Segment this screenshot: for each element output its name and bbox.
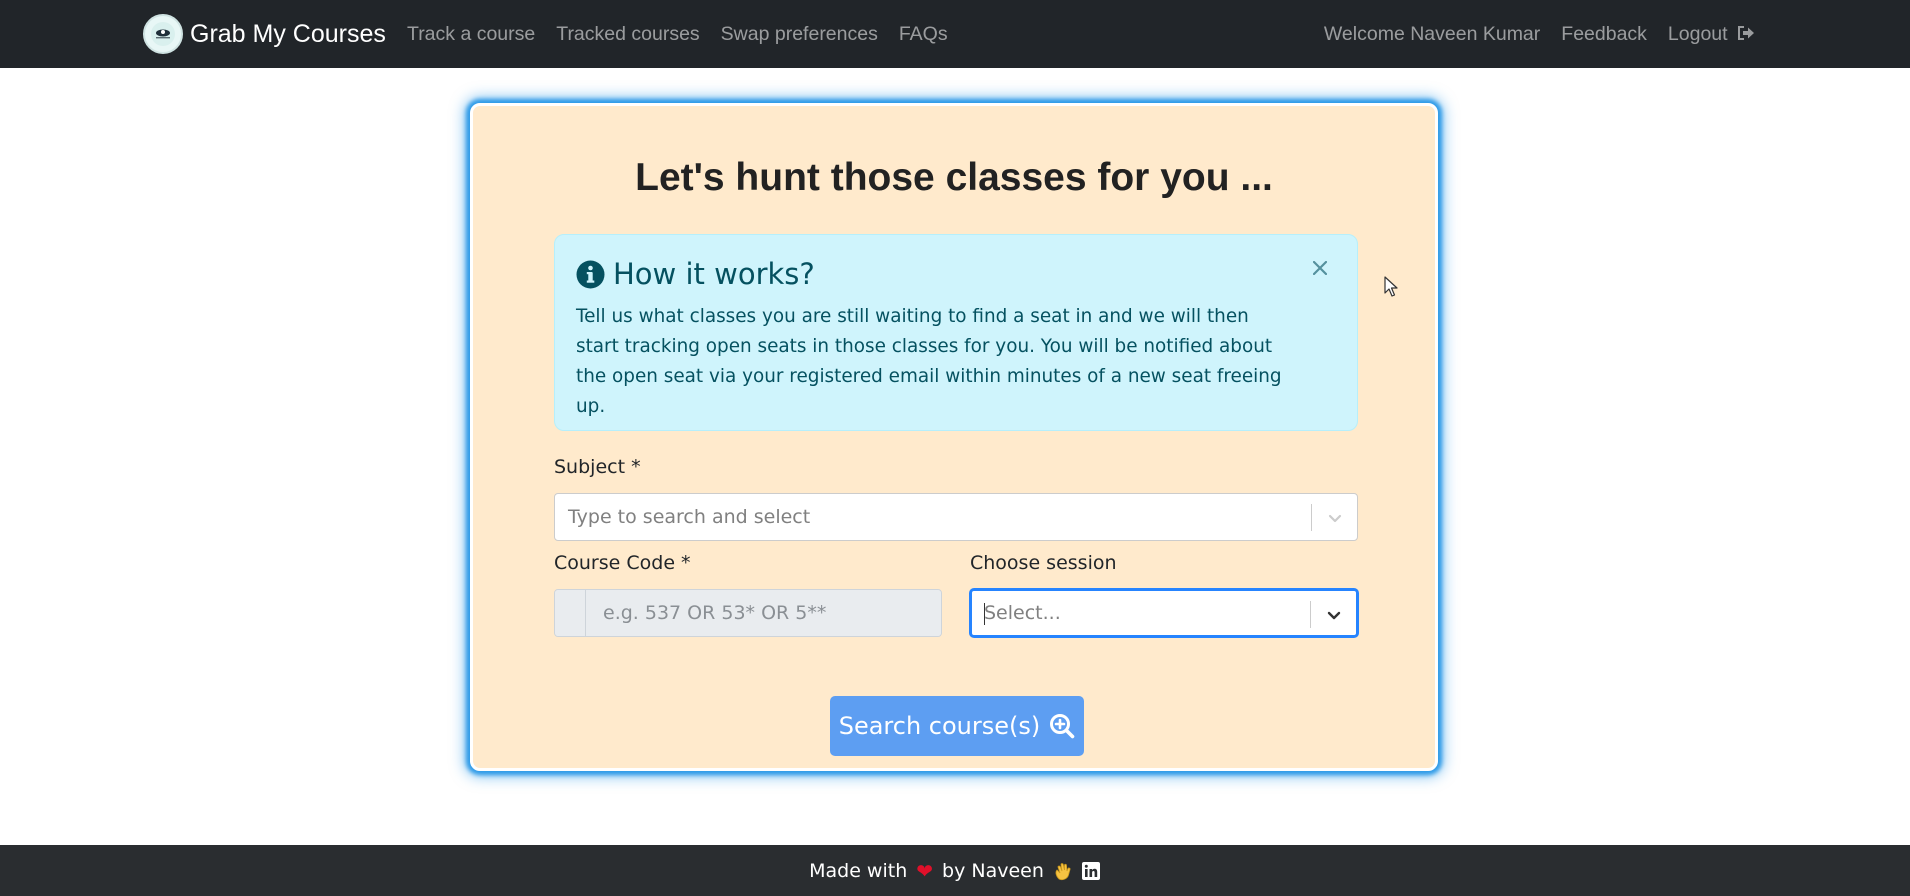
track-course-card: Let's hunt those classes for you ... How… (470, 103, 1438, 771)
session-label: Choose session (970, 552, 1117, 574)
course-code-group (554, 589, 942, 637)
brand-link[interactable]: Grab My Courses (143, 14, 386, 54)
brand-name: Grab My Courses (190, 20, 386, 48)
search-courses-button[interactable]: Search course(s) (830, 696, 1084, 756)
alert-close-button[interactable] (1308, 256, 1332, 280)
select-separator (1311, 504, 1312, 531)
alert-heading-text: How it works? (613, 257, 815, 291)
nav-track-a-course[interactable]: Track a course (407, 23, 535, 46)
user-nav: Welcome Naveen Kumar Feedback Logout (1303, 0, 1755, 68)
close-icon (1313, 261, 1327, 275)
footer-made-with: Made with (809, 859, 908, 882)
logout-link[interactable]: Logout (1668, 23, 1755, 46)
select-separator (1310, 601, 1311, 628)
chevron-down-icon[interactable] (1324, 605, 1344, 625)
course-code-prefix (555, 590, 586, 636)
footer-author: by Naveen (942, 859, 1044, 882)
session-select[interactable]: Select... (970, 589, 1358, 637)
how-it-works-alert: How it works? Tell us what classes you a… (554, 234, 1358, 431)
chevron-down-icon[interactable] (1325, 508, 1345, 528)
zoom-in-icon (1050, 714, 1075, 739)
course-code-input[interactable] (587, 590, 941, 636)
nav-faqs[interactable]: FAQs (899, 23, 948, 46)
session-placeholder: Select... (984, 602, 1061, 624)
main-nav: Track a course Tracked courses Swap pref… (407, 0, 969, 68)
nav-tracked-courses[interactable]: Tracked courses (556, 23, 699, 46)
nav-feedback[interactable]: Feedback (1561, 23, 1647, 46)
search-button-label: Search course(s) (838, 712, 1041, 740)
waving-hand-icon (1055, 862, 1071, 880)
logout-icon (1738, 25, 1754, 40)
heart-icon: ❤ (916, 858, 934, 883)
page-title: Let's hunt those classes for you ... (635, 156, 1273, 199)
subject-select[interactable]: Type to search and select (554, 493, 1358, 541)
logout-label: Logout (1667, 22, 1728, 45)
course-code-label: Course Code * (554, 552, 691, 574)
alert-body-text: Tell us what classes you are still waiti… (576, 306, 1282, 417)
brand-logo-icon (143, 14, 183, 54)
alert-heading: How it works? (576, 257, 815, 291)
subject-placeholder: Type to search and select (568, 506, 811, 528)
nav-swap-preferences[interactable]: Swap preferences (721, 23, 878, 46)
subject-label: Subject * (554, 456, 641, 478)
top-navbar: Grab My Courses Track a course Tracked c… (0, 0, 1910, 68)
linkedin-icon[interactable] (1081, 861, 1101, 881)
welcome-user[interactable]: Welcome Naveen Kumar (1324, 23, 1540, 46)
info-icon (576, 260, 605, 288)
footer: Made with ❤ by Naveen (0, 845, 1910, 896)
